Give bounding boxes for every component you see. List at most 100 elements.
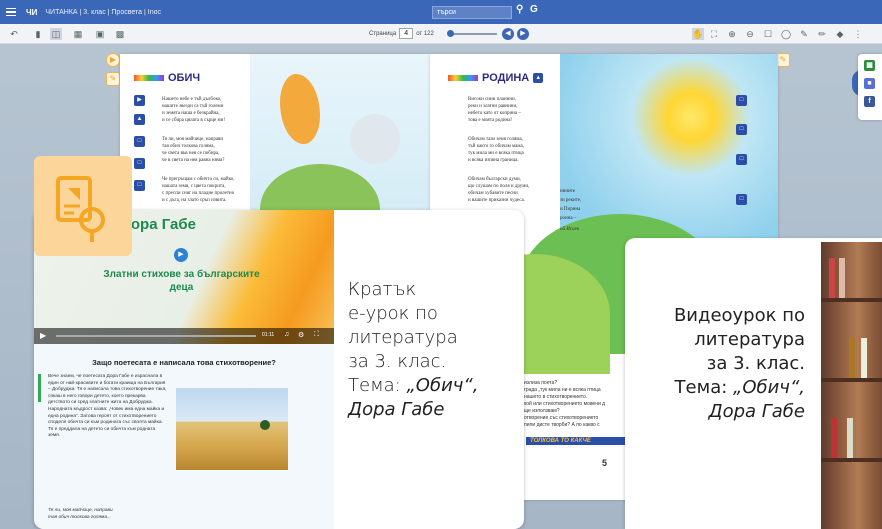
hamburger-menu-icon[interactable]	[6, 5, 20, 19]
heading-stripe	[134, 75, 164, 81]
poem-stanza: Обичам тази земя голяма, тъй както го об…	[468, 137, 524, 163]
search-input[interactable]: търси	[432, 6, 512, 19]
double-page-icon[interactable]: ◫	[50, 28, 62, 40]
settings-icon[interactable]: ⚙	[298, 331, 304, 339]
lesson-text: Вече знаем, че поетесата Дора Габе е изр…	[48, 374, 167, 439]
caption-line: Видеоурок по	[673, 305, 805, 326]
play-audio-icon[interactable]: ▶	[106, 53, 120, 67]
poem-author: ой Исиев	[560, 227, 579, 232]
spread-view-icon[interactable]: ▦	[72, 28, 84, 40]
bookmark-icon[interactable]: ◯	[780, 28, 792, 40]
undo-icon[interactable]: ↶	[8, 28, 20, 40]
interactive-icon[interactable]: □	[736, 194, 747, 205]
lesson-document-icon	[56, 176, 105, 242]
caption-theme: Тема: „Обич“,	[625, 376, 805, 400]
hand-tool-icon[interactable]: ✋	[692, 28, 704, 40]
interactive-icon[interactable]: □	[134, 158, 145, 169]
google-classroom-icon[interactable]: ▦	[864, 60, 875, 71]
poem-stanza: Обичам български думи, що слушам по поля…	[468, 177, 530, 203]
interactive-icon[interactable]: □	[736, 95, 747, 106]
zoom-in-icon[interactable]: ⊕	[726, 28, 738, 40]
play-icon[interactable]: ▶	[134, 95, 145, 106]
page-number-input[interactable]: 4	[399, 28, 414, 39]
g-button[interactable]: G	[530, 4, 538, 15]
shelf	[821, 378, 882, 382]
video-subtitle: Златни стихове за българските деца	[103, 269, 260, 293]
more-icon[interactable]: ⋮	[852, 28, 864, 40]
right-heading-text: РОДИНА	[482, 72, 530, 84]
interactive-icon[interactable]: □	[736, 124, 747, 135]
lesson-quote: Тя ли, моя майчице, направи тая обич тол…	[48, 508, 113, 520]
poem-stanza: Тя ли, моя майчице, направи тая обич тол…	[162, 137, 225, 163]
book-spine	[861, 338, 867, 378]
video-lesson-caption: Видеоурок по литература за 3. клас. Тема…	[625, 304, 805, 424]
social-panel: ▦ ■ f	[858, 54, 882, 120]
interactive-icon[interactable]: □	[134, 136, 145, 147]
heading-stripe	[448, 75, 478, 81]
caption-line: за 3. клас.	[348, 351, 447, 372]
caption-theme-label: Тема:	[348, 375, 407, 396]
single-page-icon[interactable]: ▮	[32, 28, 44, 40]
caption-author: Дора Габе	[708, 401, 806, 422]
video-progress[interactable]	[56, 335, 256, 337]
caption-line: за 3. клас.	[706, 353, 805, 374]
pen-icon[interactable]: ✎	[798, 28, 810, 40]
right-heading: РОДИНА ▲	[448, 72, 544, 84]
fullscreen-icon[interactable]: ⛶	[314, 331, 319, 339]
caption-line: е-урок по	[348, 303, 438, 324]
caption-line: литература	[694, 329, 805, 350]
slider-handle[interactable]	[447, 30, 454, 37]
book-spine	[831, 418, 837, 458]
e-lesson-badge	[34, 156, 132, 256]
caption-line: Кратък	[348, 279, 417, 300]
lesson-panel: Защо поетесата е написала това стихотвор…	[34, 344, 334, 529]
poem-stanza: Високи сини планини, реки и златни равни…	[468, 97, 521, 123]
page-slider[interactable]	[447, 30, 497, 37]
zoom-out-icon[interactable]: ⊖	[744, 28, 756, 40]
viewer-toolbar: ↶ ▮ ◫ ▦ ▣ ▩ Страница 4 от 122 ◀ ▶ ✋ ⛶ ⊕ …	[0, 24, 882, 44]
play-icon[interactable]: ▶	[40, 331, 46, 340]
speaker-icon[interactable]: ▲	[134, 114, 145, 125]
book-spine	[847, 418, 853, 458]
video-controls: ▶ 01:11 ♫ ⚙ ⛶	[34, 328, 334, 344]
e-lesson-caption: Кратък е-урок по литература за 3. клас. …	[348, 278, 518, 422]
book-spine	[849, 338, 855, 378]
page-navigator: Страница 4 от 122	[369, 28, 434, 39]
caption-theme-label: Тема:	[674, 377, 734, 398]
book-spine	[839, 258, 845, 298]
next-page-icon[interactable]: ▶	[517, 28, 529, 40]
interactive-icon[interactable]: □	[134, 180, 145, 191]
caption-theme: Тема: „Обич“,	[348, 374, 518, 398]
eraser-icon[interactable]: ◆	[834, 28, 846, 40]
video-lesson-card[interactable]: Видеоурок по литература за 3. клас. Тема…	[625, 238, 882, 529]
speaker-icon[interactable]: ▲	[533, 73, 544, 83]
page-total: от 122	[416, 30, 434, 37]
prev-page-icon[interactable]: ◀	[502, 28, 514, 40]
tree-shape	[260, 420, 270, 430]
thumbnails-icon[interactable]: ▩	[114, 28, 126, 40]
poem-fragment: ронна –	[560, 216, 577, 221]
facebook-icon[interactable]: f	[864, 96, 875, 107]
caption-author: Дора Габе	[348, 399, 445, 420]
interactive-icon[interactable]: □	[736, 154, 747, 165]
lesson-accent	[38, 374, 41, 402]
video-time: 01:11	[262, 332, 275, 338]
fullscreen-icon[interactable]: ⛶	[708, 28, 720, 40]
app-logo: ЧИ	[26, 7, 38, 17]
left-heading-text: ОБИЧ	[168, 72, 201, 84]
e-lesson-card[interactable]: Дора Габе ▶ Златни стихове за българскит…	[34, 210, 524, 529]
volume-icon[interactable]: ♫	[284, 331, 289, 338]
image-view-icon[interactable]: ▣	[94, 28, 106, 40]
teams-icon[interactable]: ■	[864, 78, 875, 89]
lesson-title: Защо поетесата е написала това стихотвор…	[92, 358, 276, 367]
video-play-icon[interactable]: ▶	[174, 248, 188, 262]
fit-page-icon[interactable]: ☐	[762, 28, 774, 40]
shelf	[821, 298, 882, 302]
app-title: ЧИТАНКА | 3. клас | Просвета | Inoc	[45, 8, 161, 16]
notes-icon[interactable]: ✎	[106, 72, 120, 86]
caption-line: литература	[348, 327, 458, 348]
highlighter-icon[interactable]: ✏	[816, 28, 828, 40]
search-icon[interactable]: ⚲	[516, 4, 523, 15]
notes-right-icon[interactable]: ✎	[776, 53, 790, 67]
page-number: 5	[602, 458, 608, 468]
